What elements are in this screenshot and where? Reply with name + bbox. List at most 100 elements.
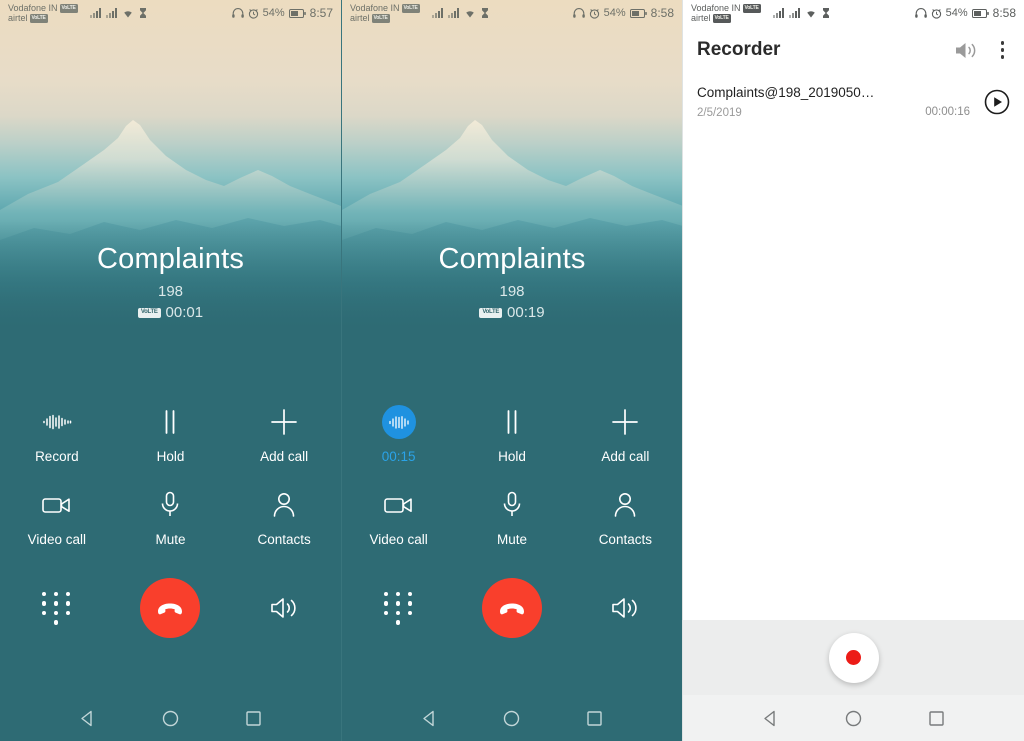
contacts-button[interactable]: Contacts	[569, 488, 682, 547]
microphone-icon	[501, 488, 523, 522]
home-button[interactable]	[502, 709, 521, 728]
hourglass-icon	[139, 8, 146, 18]
volte-badge-primary: VoLTE	[59, 3, 78, 13]
record-button[interactable]: Record	[0, 405, 114, 464]
plus-icon	[611, 405, 639, 439]
video-camera-icon	[42, 488, 72, 522]
recording-date: 2/5/2019	[697, 107, 742, 119]
call-screen-recording: Vodafone IN VoLTE airtel VoLTE 54% 8:58 …	[341, 0, 682, 741]
end-call-button[interactable]	[481, 578, 542, 638]
back-button[interactable]	[761, 709, 780, 728]
carrier-secondary-label: airtel	[8, 13, 28, 23]
plus-icon	[270, 405, 298, 439]
home-circle-icon	[162, 710, 179, 726]
carrier-secondary-label: airtel	[691, 13, 711, 23]
recording-duration: 00:00:16	[925, 106, 970, 118]
record-button[interactable]: 00:15	[342, 405, 455, 464]
carrier-secondary-label: airtel	[350, 13, 370, 23]
person-icon	[272, 488, 296, 522]
signal-bars-icon	[788, 8, 800, 18]
carrier-info: Vodafone IN VoLTE airtel VoLTE	[350, 3, 420, 23]
status-clock: 8:58	[992, 6, 1016, 20]
video-camera-icon	[383, 488, 414, 522]
back-button[interactable]	[420, 709, 439, 728]
video-call-button[interactable]: Video call	[0, 488, 114, 547]
speaker-toggle-button[interactable]	[954, 40, 979, 61]
call-duration: 00:01	[165, 304, 204, 321]
headset-icon	[572, 8, 585, 18]
more-vertical-icon[interactable]	[995, 37, 1011, 63]
add-call-button[interactable]: Add call	[227, 405, 341, 464]
mute-button-label: Mute	[155, 532, 186, 547]
hold-button[interactable]: Hold	[114, 405, 228, 464]
play-button[interactable]	[984, 89, 1010, 115]
person-icon	[613, 488, 637, 522]
call-timer: VoLTE 00:19	[342, 304, 682, 321]
volte-badge-secondary: VoLTE	[371, 13, 390, 23]
list-item[interactable]: Complaints@198_2019050… 2/5/2019 00:00:1…	[683, 74, 1024, 131]
speaker-icon	[955, 42, 975, 58]
call-duration: 00:19	[507, 304, 545, 321]
signal-bars-icon	[89, 8, 101, 18]
home-button[interactable]	[161, 709, 180, 728]
headset-icon	[914, 8, 927, 18]
record-button[interactable]	[828, 632, 879, 683]
end-call-button[interactable]	[140, 578, 201, 638]
navigation-bar	[683, 695, 1024, 741]
alarm-icon	[248, 8, 258, 19]
contact-number: 198	[499, 283, 525, 300]
navigation-bar	[342, 695, 682, 741]
signal-bars-icon	[105, 8, 117, 18]
hold-button-label: Hold	[156, 449, 185, 464]
call-actions-grid: Record Hold Add call Video call Mute Con…	[0, 405, 341, 547]
mute-button-label: Mute	[496, 532, 527, 547]
volte-badge-secondary: VoLTE	[712, 13, 731, 23]
wifi-icon	[806, 11, 815, 18]
volte-badge-secondary: VoLTE	[29, 13, 48, 23]
contacts-button-label: Contacts	[257, 532, 311, 547]
pause-icon	[160, 405, 180, 439]
recorder-screen: Vodafone IN VoLTE airtel VoLTE 54% 8:58 …	[682, 0, 1024, 741]
play-circle-icon	[984, 89, 1010, 114]
add-call-button-label: Add call	[601, 449, 650, 464]
back-button[interactable]	[78, 709, 97, 728]
hold-button[interactable]: Hold	[455, 405, 568, 464]
recents-button[interactable]	[585, 709, 604, 728]
recents-square-icon	[929, 710, 944, 726]
battery-percent-label: 54%	[262, 7, 285, 19]
recents-square-icon	[246, 710, 261, 726]
add-call-button[interactable]: Add call	[569, 405, 682, 464]
speaker-button[interactable]	[569, 595, 682, 621]
home-button[interactable]	[844, 709, 863, 728]
call-timer: VoLTE 00:01	[0, 304, 341, 321]
contact-name: Complaints	[96, 243, 245, 275]
microphone-icon	[159, 488, 181, 522]
dialpad-button[interactable]	[0, 591, 114, 625]
mute-button[interactable]: Mute	[455, 488, 568, 547]
carrier-info: Vodafone IN VoLTE airtel VoLTE	[691, 3, 761, 23]
status-bar: Vodafone IN VoLTE airtel VoLTE	[0, 0, 341, 26]
waveform-icon	[381, 405, 416, 439]
battery-percent-label: 54%	[603, 7, 626, 19]
dialpad-icon	[383, 591, 414, 625]
status-clock: 8:58	[650, 6, 674, 20]
alarm-icon	[589, 8, 599, 19]
video-call-button[interactable]: Video call	[342, 488, 455, 547]
speaker-icon	[612, 598, 637, 618]
hold-button-label: Hold	[498, 449, 526, 464]
back-triangle-icon	[423, 710, 434, 726]
mute-button[interactable]: Mute	[114, 488, 228, 547]
home-circle-icon	[845, 710, 862, 726]
speaker-button[interactable]	[227, 595, 341, 621]
recordings-list: Complaints@198_2019050… 2/5/2019 00:00:1…	[683, 74, 1024, 620]
headset-icon	[231, 8, 244, 18]
dialpad-button[interactable]	[342, 591, 455, 625]
recents-button[interactable]	[244, 709, 263, 728]
call-info: Complaints 198 VoLTE 00:01	[0, 243, 341, 321]
hourglass-icon	[481, 8, 488, 18]
carrier-info: Vodafone IN VoLTE airtel VoLTE	[8, 3, 78, 23]
hourglass-icon	[822, 8, 829, 18]
back-triangle-icon	[764, 710, 775, 726]
contacts-button[interactable]: Contacts	[227, 488, 341, 547]
recents-button[interactable]	[927, 709, 946, 728]
